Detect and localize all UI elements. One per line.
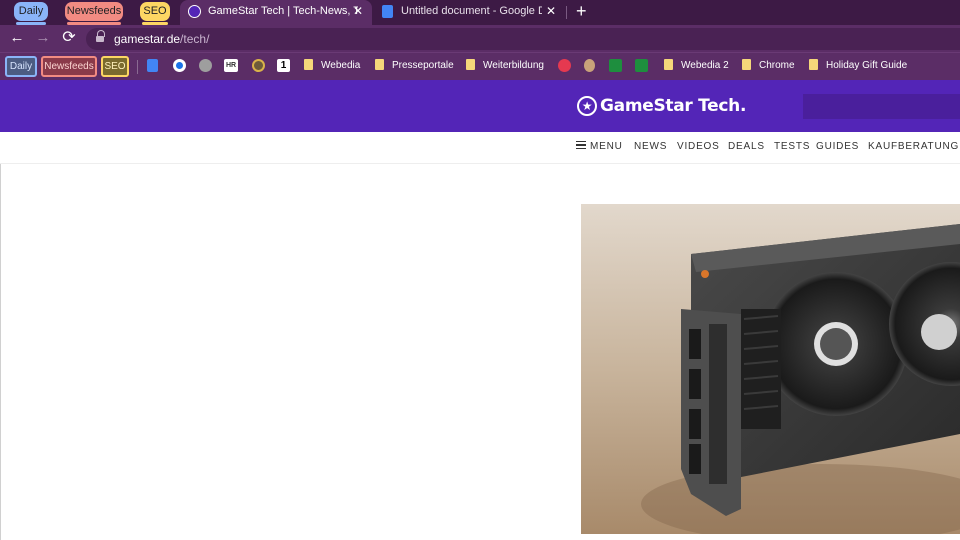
tab-group-label: Daily xyxy=(18,5,44,17)
tab-group-label: SEO xyxy=(143,5,167,17)
bookmark-folder-label: Weiterbildung xyxy=(483,60,544,71)
bookmark-folder-webedia[interactable]: Webedia xyxy=(304,58,360,74)
circle-logo-icon[interactable] xyxy=(173,59,186,72)
bookmark-folder-label: Chrome xyxy=(759,60,795,71)
avatar-icon[interactable] xyxy=(252,59,265,72)
close-tab-icon[interactable]: ✕ xyxy=(353,0,363,23)
tab-group-seo[interactable]: SEO xyxy=(140,2,170,25)
tab-strip: Daily Newsfeeds SEO GameStar Tech | Tech… xyxy=(0,0,960,25)
reload-button[interactable]: ⟳ xyxy=(59,28,79,48)
new-tab-button[interactable]: + xyxy=(576,1,587,21)
back-button[interactable]: ← xyxy=(7,28,27,48)
tab-title: Untitled document - Google Doc xyxy=(401,5,542,17)
bookmark-folder-label: Holiday Gift Guide xyxy=(826,60,908,71)
nav-guides[interactable]: GUIDES xyxy=(816,141,859,152)
bookmark-folder-webedia-2[interactable]: Webedia 2 xyxy=(664,58,729,74)
bookmark-group-daily[interactable]: Daily xyxy=(5,56,37,77)
folder-icon xyxy=(809,59,818,70)
bookmark-folder-label: Presseportale xyxy=(392,60,454,71)
bookmark-folder-presseportale[interactable]: Presseportale xyxy=(375,58,454,74)
nav-news[interactable]: NEWS xyxy=(634,141,667,152)
tab-title: GameStar Tech | Tech-News, Test xyxy=(208,5,358,17)
nav-kaufberatung[interactable]: KAUFBERATUNG xyxy=(868,141,959,152)
number-one-label: 1 xyxy=(280,60,287,71)
nav-tests[interactable]: TESTS xyxy=(774,141,810,152)
bookmark-folder-label: Webedia 2 xyxy=(681,60,729,71)
tab-group-daily[interactable]: Daily xyxy=(14,2,48,25)
hr-label: HR xyxy=(225,62,237,69)
bookmark-folder-chrome[interactable]: Chrome xyxy=(742,58,795,74)
google-docs-icon[interactable] xyxy=(147,59,158,72)
globe-icon[interactable] xyxy=(199,59,212,72)
bookmark-folder-label: Webedia xyxy=(321,60,361,71)
tab-separator xyxy=(566,6,567,19)
nav-deals[interactable]: DEALS xyxy=(728,141,765,152)
nav-videos[interactable]: VIDEOS xyxy=(677,141,720,152)
bookmarks-bar: Daily Newsfeeds SEO HR 1 Webedia Pressep… xyxy=(0,52,960,80)
url-text[interactable]: gamestar.de/tech/ xyxy=(114,32,209,46)
logo-text: GameStar Tech. xyxy=(600,96,747,116)
content-left-border xyxy=(0,164,1,540)
bookmark-label: SEO xyxy=(104,61,126,72)
hr-icon[interactable]: HR xyxy=(224,59,238,72)
lock-icon[interactable] xyxy=(96,30,105,43)
forward-button[interactable]: → xyxy=(33,28,53,48)
star-logo-icon: ★ xyxy=(577,96,597,116)
bookmark-label: Newsfeeds xyxy=(44,61,94,72)
folder-icon xyxy=(742,59,751,70)
graphics-card-illustration xyxy=(581,204,960,534)
bookmarks-divider xyxy=(137,60,138,74)
person-avatar-icon[interactable] xyxy=(584,59,595,72)
tab-group-label: Newsfeeds xyxy=(66,5,122,17)
bookmark-group-seo[interactable]: SEO xyxy=(101,56,129,77)
hero-image-graphics-card[interactable] xyxy=(581,204,960,534)
site-nav: MENU NEWS VIDEOS DEALS TESTS GUIDES KAUF… xyxy=(0,132,960,164)
url-path: /tech/ xyxy=(180,32,210,46)
tab-google-docs[interactable]: Untitled document - Google Doc ✕ xyxy=(374,0,564,25)
bookmark-folder-weiterbildung[interactable]: Weiterbildung xyxy=(466,58,544,74)
folder-icon xyxy=(304,59,313,70)
site-search-box[interactable] xyxy=(803,94,960,119)
folder-icon xyxy=(664,59,673,70)
green-cross-icon[interactable] xyxy=(635,59,648,72)
red-logo-icon[interactable] xyxy=(558,59,571,72)
folder-icon xyxy=(375,59,384,70)
bookmark-group-newsfeeds[interactable]: Newsfeeds xyxy=(41,56,97,77)
gamestar-icon xyxy=(188,5,201,18)
nav-menu-label: MENU xyxy=(590,141,623,152)
google-docs-icon xyxy=(382,5,393,18)
hamburger-icon xyxy=(576,141,586,149)
tab-gamestar-tech[interactable]: GameStar Tech | Tech-News, Test ✕ xyxy=(180,0,372,25)
url-host: gamestar.de xyxy=(114,32,181,46)
green-cross-icon[interactable] xyxy=(609,59,622,72)
gamestar-tech-logo[interactable]: ★ GameStar Tech. xyxy=(577,94,746,118)
close-tab-icon[interactable]: ✕ xyxy=(546,0,556,23)
bookmark-folder-holiday-gift-guide[interactable]: Holiday Gift Guide xyxy=(809,58,907,74)
browser-toolbar: ← → ⟳ gamestar.de/tech/ xyxy=(0,25,960,52)
nav-menu[interactable]: MENU xyxy=(576,141,623,152)
address-bar[interactable]: gamestar.de/tech/ xyxy=(86,28,960,50)
tab-group-newsfeeds[interactable]: Newsfeeds xyxy=(65,2,123,25)
bookmark-label: Daily xyxy=(9,61,33,72)
number-one-icon[interactable]: 1 xyxy=(277,59,290,72)
folder-icon xyxy=(466,59,475,70)
